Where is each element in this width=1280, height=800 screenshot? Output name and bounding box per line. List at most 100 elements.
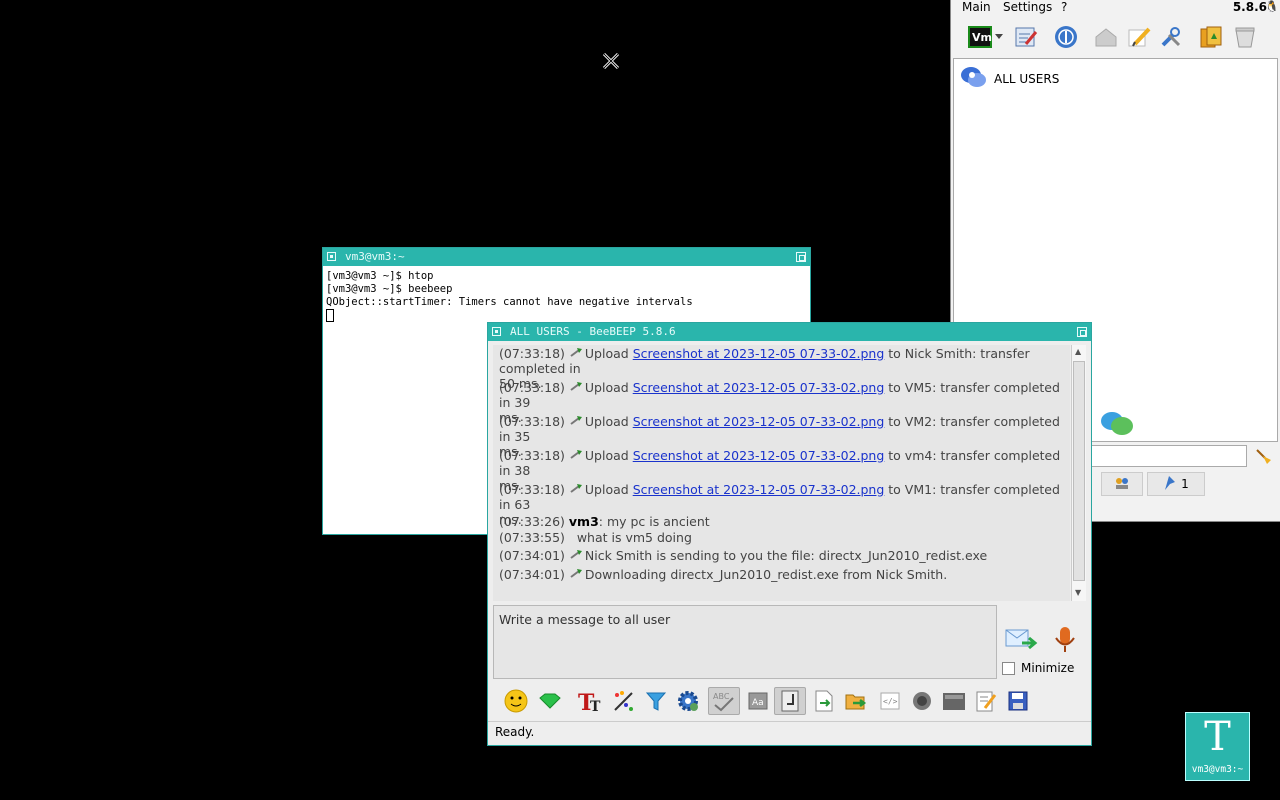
terminal-line: [vm3@vm3 ~]$ htop (326, 270, 434, 282)
group-view-icon (1114, 476, 1130, 493)
font-icon[interactable]: TT (576, 687, 604, 715)
upload-icon (570, 484, 582, 493)
svg-text:</>: </> (883, 697, 898, 706)
maximize-icon[interactable] (796, 252, 806, 262)
minimize-label: Minimize (1021, 661, 1075, 675)
file-link[interactable]: Screenshot at 2023-12-05 07-33-02.png (633, 414, 885, 429)
chat-window[interactable]: ALL USERS - BeeBEEP 5.8.6 (07:33:18) Uplo… (487, 322, 1092, 746)
note-icon[interactable] (1126, 24, 1152, 50)
tux-icon: 🐧 (1265, 0, 1279, 13)
chat-system-message: (07:34:01) Downloading directx_Jun2010_re… (499, 567, 948, 582)
menu-bar: Main Settings ? 5.8.6 🐧 (951, 0, 1280, 16)
voice-message-button[interactable] (1053, 625, 1077, 655)
main-toolbar: Vm (951, 20, 1280, 54)
terminal-cursor (326, 309, 334, 322)
window-menu-icon[interactable] (327, 252, 336, 261)
svg-text:T: T (590, 699, 601, 713)
word-complete-icon[interactable]: Aa (744, 687, 772, 715)
scroll-thumb[interactable] (1073, 361, 1085, 581)
terminal-t-icon: T (1204, 714, 1231, 760)
file-link[interactable]: Screenshot at 2023-12-05 07-33-02.png (633, 482, 885, 497)
version-label: 5.8.6 (1232, 0, 1267, 14)
edit-note-icon[interactable] (972, 687, 1000, 715)
emoticon-icon[interactable] (502, 687, 530, 715)
svg-text:Vm: Vm (972, 31, 992, 44)
message-input[interactable]: Write a message to all user (493, 605, 997, 679)
sender-name: vm3 (568, 514, 599, 529)
terminal-line: [vm3@vm3 ~]$ beebeep (326, 283, 453, 295)
minimize-option[interactable]: Minimize (1002, 661, 1074, 675)
upload-icon (570, 382, 582, 391)
all-users-label: ALL USERS (994, 71, 1060, 86)
svg-text:Aa: Aa (752, 698, 764, 708)
upload-icon (570, 450, 582, 459)
window-menu-icon[interactable] (492, 327, 501, 336)
send-button[interactable] (1004, 625, 1038, 655)
x-cursor-icon (601, 51, 621, 71)
download-icon (570, 569, 582, 578)
all-users-item[interactable]: ALL USERS (960, 65, 1059, 92)
chat-toolbar: TT ABC Aa </> (500, 685, 1080, 717)
chat-title: ALL USERS - BeeBEEP 5.8.6 (510, 325, 676, 338)
chat-titlebar[interactable]: ALL USERS - BeeBEEP 5.8.6 (488, 323, 1091, 341)
scroll-down-icon[interactable]: ▼ (1075, 588, 1081, 597)
chat-system-message: (07:34:01) Nick Smith is sending to you t… (499, 548, 988, 563)
settings-gear-icon[interactable] (674, 687, 702, 715)
desktop-icon-label: vm3@vm3:~ (1191, 764, 1244, 775)
spellcheck-icon[interactable]: ABC (708, 687, 740, 715)
menu-settings[interactable]: Settings (1003, 0, 1052, 14)
vm-status-icon[interactable]: Vm (967, 24, 993, 50)
send-folder-icon[interactable] (842, 687, 870, 715)
user-count-badge: 1 (1181, 477, 1189, 491)
tab-key-icon[interactable] (774, 687, 806, 715)
terminal-title: vm3@vm3:~ (345, 250, 405, 263)
send-file-icon[interactable] (810, 687, 838, 715)
menu-main[interactable]: Main (962, 0, 991, 14)
group-icon[interactable] (1198, 24, 1224, 50)
save-icon[interactable] (1004, 687, 1032, 715)
tools-icon[interactable] (1158, 24, 1184, 50)
chat-scrollbar[interactable]: ▲ ▼ (1071, 345, 1086, 601)
message-placeholder: Write a message to all user (499, 612, 671, 627)
user-count-button[interactable]: 1 (1147, 472, 1205, 496)
edit-profile-icon[interactable] (1013, 24, 1039, 50)
dropdown-icon[interactable] (993, 24, 1005, 50)
file-link[interactable]: Screenshot at 2023-12-05 07-33-02.png (633, 346, 885, 361)
trash-icon[interactable] (1232, 24, 1258, 50)
chat-log[interactable]: (07:33:18) Upload Screenshot at 2023-12-0… (493, 345, 1070, 601)
send-icon (1004, 629, 1038, 658)
menu-help[interactable]: ? (1061, 0, 1067, 14)
file-link[interactable]: Screenshot at 2023-12-05 07-33-02.png (633, 448, 885, 463)
color-palette-icon[interactable] (610, 687, 638, 715)
pin-icon (1163, 475, 1176, 493)
network-icon[interactable] (1053, 24, 1079, 50)
upload-icon (570, 416, 582, 425)
svg-text:ABC: ABC (713, 692, 730, 701)
terminal-line: QObject::startTimer: Timers cannot have … (326, 296, 693, 308)
file-link[interactable]: Screenshot at 2023-12-05 07-33-02.png (633, 380, 885, 395)
desktop-terminal-icon[interactable]: T vm3@vm3:~ (1185, 712, 1250, 781)
screenshot-icon[interactable] (908, 687, 936, 715)
chat-message: (07:33:26) vm3: my pc is ancient (499, 514, 710, 529)
terminal-titlebar[interactable]: vm3@vm3:~ (323, 248, 810, 266)
chat-bubbles-icon[interactable] (1100, 410, 1134, 439)
status-bar: Ready. (488, 721, 1091, 746)
chat-message: (07:33:55) what is vm5 doing (499, 530, 692, 545)
html-code-icon[interactable]: </> (876, 687, 904, 715)
download-icon (570, 550, 582, 559)
gem-icon[interactable] (536, 687, 564, 715)
status-text: Ready. (495, 725, 535, 739)
clear-filter-icon[interactable] (1253, 446, 1273, 466)
user-filter-input[interactable] (1089, 445, 1247, 467)
home-icon[interactable] (1093, 24, 1119, 50)
terminal-output: [vm3@vm3 ~]$ htop [vm3@vm3 ~]$ beebeep QOb… (326, 270, 693, 324)
save-chat-icon[interactable] (940, 687, 968, 715)
filter-icon[interactable] (642, 687, 670, 715)
upload-icon (570, 348, 582, 357)
microphone-icon (1053, 627, 1077, 658)
chat-bubble-icon (960, 65, 988, 92)
maximize-icon[interactable] (1077, 327, 1087, 337)
group-view-button[interactable] (1101, 472, 1143, 496)
scroll-up-icon[interactable]: ▲ (1075, 347, 1081, 356)
minimize-checkbox[interactable] (1002, 661, 1015, 675)
